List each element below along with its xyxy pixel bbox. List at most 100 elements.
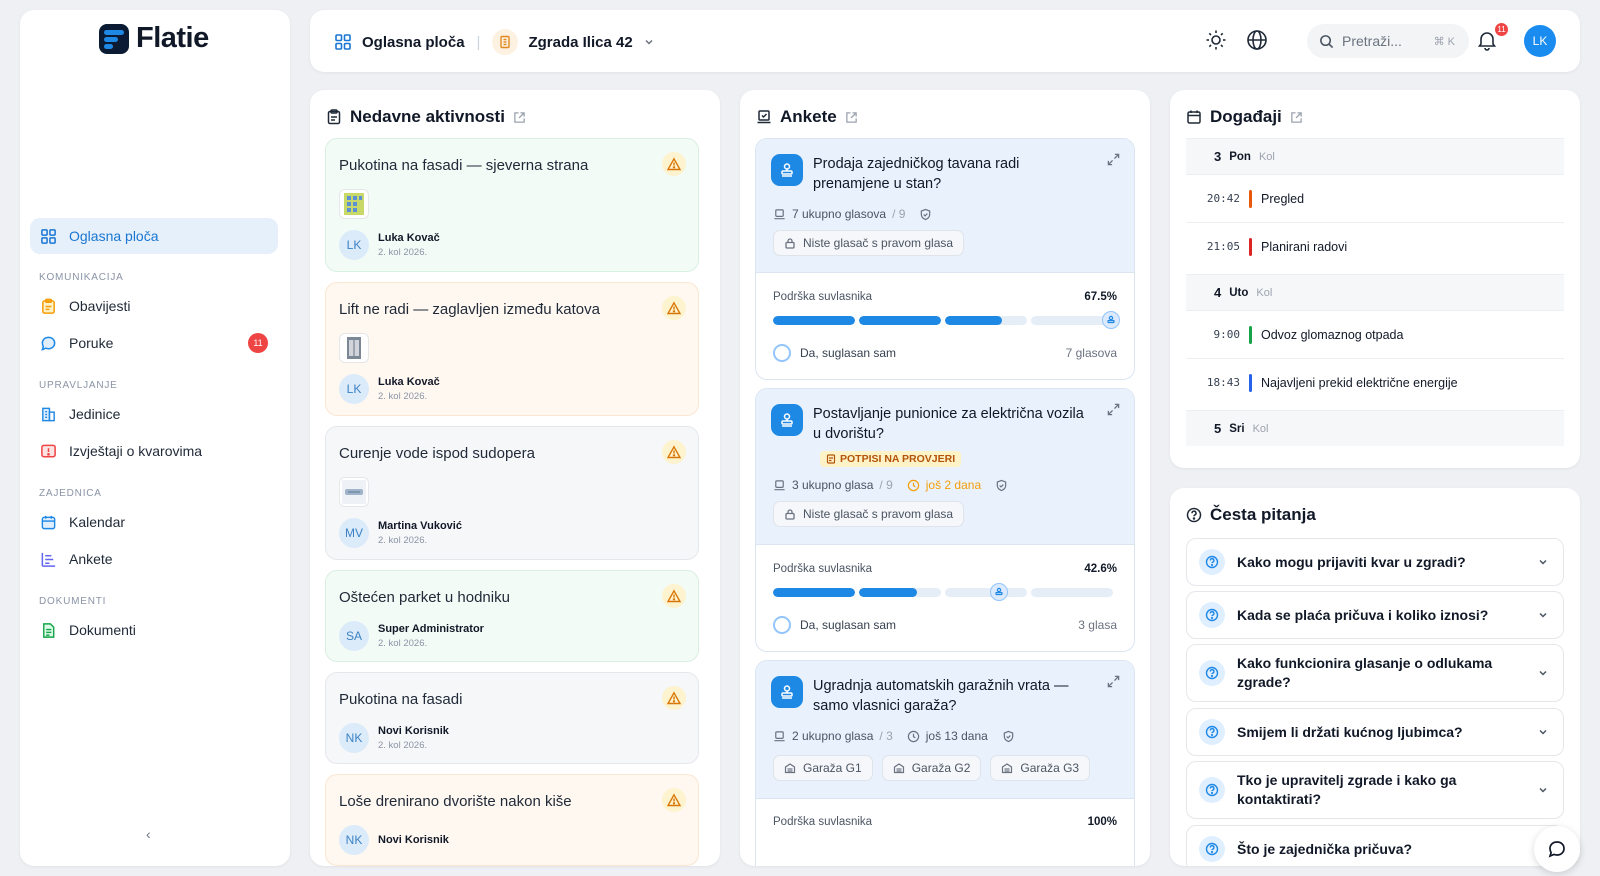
activity-item[interactable]: Pukotina na fasadi — sjeverna strana LK … xyxy=(325,138,699,272)
activity-item[interactable]: Oštećen parket u hodniku SA Super Admini… xyxy=(325,570,699,662)
faq-item[interactable]: Smijem li držati kućnog ljubimca? xyxy=(1186,708,1564,756)
sidebar-item-fault-reports[interactable]: Izvještaji o kvarovima xyxy=(30,433,278,469)
faq-question: Kako mogu prijaviti kvar u zgradi? xyxy=(1237,553,1466,570)
support-progress-bar xyxy=(773,311,1121,329)
progress-segment xyxy=(945,316,1027,325)
support-chat-button[interactable] xyxy=(1534,826,1580,872)
external-link-icon[interactable] xyxy=(845,111,858,124)
activity-photo-thumbnail[interactable] xyxy=(339,189,369,219)
alert-report-icon xyxy=(41,444,56,457)
month-name: Kol xyxy=(1256,286,1273,299)
shield-icon xyxy=(996,479,1007,491)
expand-icon[interactable] xyxy=(1107,153,1120,166)
panel-title: Nedavne aktivnosti xyxy=(350,107,505,126)
event-row[interactable]: 20:42 Pregled xyxy=(1186,174,1564,222)
panel-title: Česta pitanja xyxy=(1210,505,1316,524)
activity-title: Lift ne radi — zaglavljen između katova xyxy=(339,301,600,318)
warning-icon xyxy=(662,788,686,812)
chevron-down-icon xyxy=(1539,729,1547,735)
poll-card[interactable]: Prodaja zajedničkog tavana radi prenamje… xyxy=(755,138,1135,380)
garage-icon xyxy=(893,763,904,774)
sidebar-item-notices[interactable]: Obavijesti xyxy=(30,288,278,324)
activity-item[interactable]: Lift ne radi — zaglavljen između katova … xyxy=(325,282,699,416)
dashboard-icon xyxy=(41,228,56,244)
calendar-icon xyxy=(41,515,56,529)
sidebar-item-label: Obavijesti xyxy=(69,298,131,314)
warning-icon xyxy=(662,686,686,710)
faq-item[interactable]: Tko je upravitelj zgrade i kako ga konta… xyxy=(1186,761,1564,819)
chat-bubble-icon xyxy=(1548,841,1565,858)
chip-label: Garaža G2 xyxy=(911,761,971,775)
sidebar-item-dashboard[interactable]: Oglasna ploča xyxy=(30,218,278,254)
activity-title: Pukotina na fasadi xyxy=(339,691,463,708)
faq-item[interactable]: Što je zajednička pričuva? xyxy=(1186,825,1564,866)
expand-icon[interactable] xyxy=(1107,403,1120,416)
garage-icon xyxy=(1002,763,1013,774)
sidebar-item-units[interactable]: Jedinice xyxy=(30,396,278,432)
faq-item[interactable]: Kako mogu prijaviti kvar u zgradi? xyxy=(1186,538,1564,586)
breadcrumb-page[interactable]: Oglasna ploča xyxy=(362,34,465,51)
progress-segment xyxy=(859,588,941,597)
option-vote-count: 3 glasa xyxy=(1078,618,1117,632)
activity-item[interactable]: Pukotina na fasadi NK Novi Korisnik 2. ko… xyxy=(325,672,699,764)
support-value: 42.6% xyxy=(1084,563,1117,575)
month-name: Kol xyxy=(1258,150,1275,163)
garage-icon xyxy=(784,763,796,774)
event-row[interactable]: 9:00 Odvoz glomaznog otpada xyxy=(1186,310,1564,358)
ballot-icon xyxy=(774,730,785,741)
chevron-down-icon[interactable] xyxy=(643,36,655,48)
sidebar-section-title: ZAJEDNICA xyxy=(39,488,102,499)
sidebar-item-documents[interactable]: Dokumenti xyxy=(30,612,278,648)
activity-item[interactable]: Loše drenirano dvorište nakon kiše NK No… xyxy=(325,774,699,866)
clipboard-icon xyxy=(327,109,341,125)
sidebar-item-label: Kalendar xyxy=(69,514,126,530)
event-row[interactable]: 21:05 Planirani radovi xyxy=(1186,222,1564,270)
activity-item[interactable]: Curenje vode ispod sudopera MV Martina V… xyxy=(325,426,699,560)
question-icon xyxy=(1199,836,1225,862)
option-vote-count: 7 glasova xyxy=(1065,346,1117,360)
expand-icon[interactable] xyxy=(1107,675,1120,688)
event-name: Pregled xyxy=(1261,191,1305,206)
event-row[interactable]: 18:43 Najavljeni prekid električne energ… xyxy=(1186,358,1564,406)
author-name: Martina Vuković xyxy=(378,520,462,532)
sidebar-item-polls[interactable]: Ankete xyxy=(30,541,278,577)
faq-item[interactable]: Kada se plaća pričuva i koliko iznosi? xyxy=(1186,591,1564,639)
search-placeholder: Pretraži... xyxy=(1342,33,1402,49)
chat-bubble-icon xyxy=(41,336,56,351)
radio-button[interactable] xyxy=(773,344,791,362)
sidebar-item-messages[interactable]: Poruke 11 xyxy=(30,325,278,361)
shield-icon xyxy=(1003,730,1014,742)
external-link-icon[interactable] xyxy=(513,111,526,124)
lock-icon xyxy=(785,509,795,520)
agree-option[interactable]: Da, suglasan sam 3 glasa xyxy=(773,616,1117,634)
agree-option[interactable]: Da, suglasan sam 7 glasova xyxy=(773,344,1117,362)
breadcrumb-separator: | xyxy=(476,33,481,51)
event-name: Planirani radovi xyxy=(1261,239,1348,254)
activity-photo-thumbnail[interactable] xyxy=(339,333,369,363)
status-badge: POTPISI NA PROVJERI xyxy=(820,451,962,467)
external-link-icon[interactable] xyxy=(1290,111,1303,124)
vote-count: 2 ukupno glasa xyxy=(792,729,874,743)
faq-item[interactable]: Kako funkcionira glasanje o odlukama zgr… xyxy=(1186,644,1564,702)
search-input[interactable]: Pretraži... ⌘ K xyxy=(1307,24,1469,58)
building-selector[interactable]: Zgrada Ilica 42 xyxy=(528,34,632,51)
author-name: Luka Kovač xyxy=(378,232,440,244)
sidebar-item-calendar[interactable]: Kalendar xyxy=(30,504,278,540)
collapse-sidebar-button[interactable]: ‹ xyxy=(146,826,151,842)
theme-toggle-button[interactable] xyxy=(1205,29,1227,51)
poll-card[interactable]: Ugradnja automatskih garažnih vrata — sa… xyxy=(755,660,1135,866)
polls-panel: Ankete Prodaja zajedničkog tavana radi p… xyxy=(740,90,1150,866)
poll-card[interactable]: Postavljanje punionice za električna voz… xyxy=(755,388,1135,652)
event-name: Najavljeni prekid električne energije xyxy=(1261,375,1458,390)
faq-panel: Česta pitanja Kako mogu prijaviti kvar u… xyxy=(1170,488,1580,866)
activity-photo-thumbnail[interactable] xyxy=(339,477,369,507)
app-name: Flatie xyxy=(136,22,209,54)
radio-button[interactable] xyxy=(773,616,791,634)
search-icon xyxy=(1320,34,1334,48)
app-logo[interactable]: Flatie xyxy=(98,22,209,55)
activity-date: 2. kol 2026. xyxy=(378,247,428,258)
user-avatar[interactable]: LK xyxy=(1524,25,1556,57)
language-button[interactable] xyxy=(1246,29,1268,51)
ballot-icon xyxy=(774,208,785,219)
deadline: još 2 dana xyxy=(925,478,982,492)
